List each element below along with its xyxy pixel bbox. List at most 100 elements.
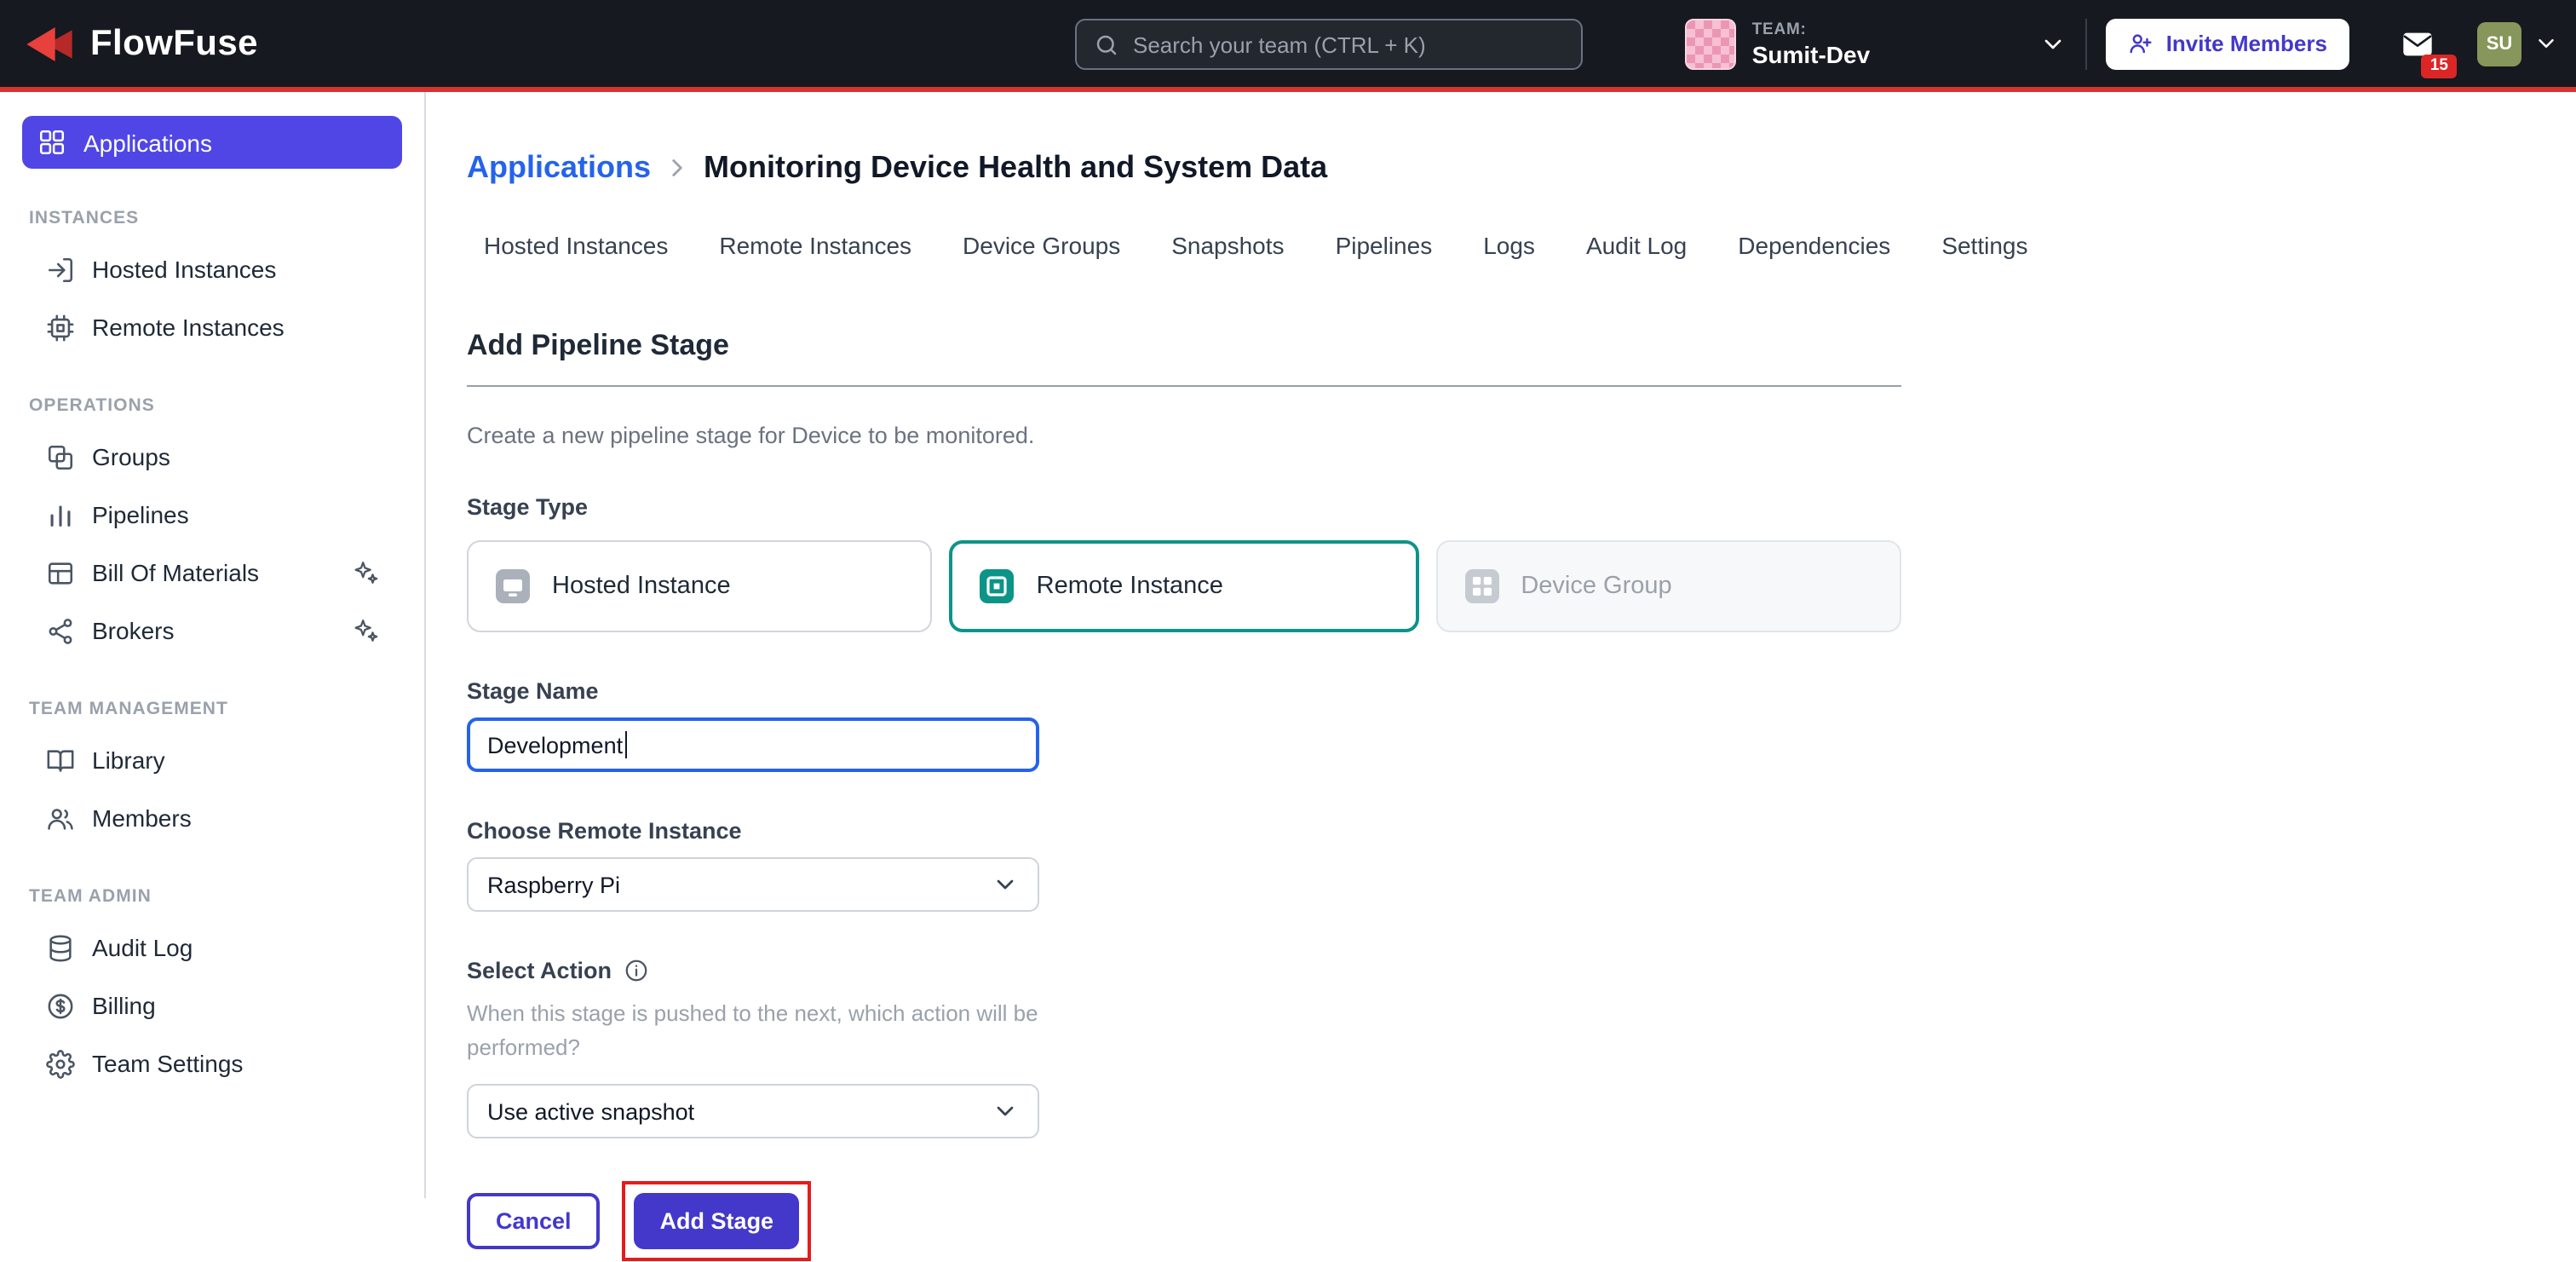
navbar-divider — [2086, 18, 2088, 69]
sidebar-item-bill-of-materials[interactable]: Bill Of Materials — [31, 544, 402, 602]
team-settings-icon — [46, 1049, 75, 1078]
sidebar-item-library[interactable]: Library — [31, 731, 402, 789]
sidebar-item-applications[interactable]: Applications — [22, 116, 402, 169]
sidebar-item-members[interactable]: Members — [31, 789, 402, 847]
select-value: Use active snapshot — [487, 1099, 694, 1125]
flowfuse-logo-icon — [24, 23, 75, 64]
tab-bar: Hosted Instances Remote Instances Device… — [484, 232, 2576, 259]
stage-type-card-label: Remote Instance — [1037, 573, 1223, 600]
tab-pipelines[interactable]: Pipelines — [1336, 232, 1433, 259]
add-pipeline-stage-form: Add Pipeline Stage Create a new pipeline… — [467, 329, 1901, 1262]
tab-hosted-instances[interactable]: Hosted Instances — [484, 232, 668, 259]
sidebar-item-label: Pipelines — [92, 501, 189, 528]
search-icon — [1094, 32, 1119, 57]
stage-name-value: Development — [487, 732, 623, 758]
stage-type-card-label: Hosted Instance — [552, 573, 731, 600]
sidebar: Applications INSTANCES Hosted Instances … — [0, 92, 426, 1198]
stage-name-input[interactable]: Development — [467, 717, 1039, 772]
members-icon — [46, 804, 75, 833]
applications-icon — [37, 128, 66, 157]
text-cursor — [624, 731, 627, 758]
divider — [467, 385, 1901, 387]
notifications-button[interactable]: 15 — [2394, 14, 2441, 72]
sidebar-item-groups[interactable]: Groups — [31, 428, 402, 486]
notification-badge: 15 — [2422, 55, 2457, 78]
hosted-instances-icon — [46, 255, 75, 284]
sidebar-heading-team-admin: TEAM ADMIN — [29, 886, 402, 907]
cancel-button[interactable]: Cancel — [467, 1194, 601, 1250]
tab-dependencies[interactable]: Dependencies — [1738, 232, 1890, 259]
billing-icon — [46, 991, 75, 1020]
sparkles-icon — [351, 616, 380, 645]
stage-type-device-group-card: Device Group — [1435, 540, 1901, 632]
sidebar-item-audit-log[interactable]: Audit Log — [31, 919, 402, 977]
sidebar-item-remote-instances[interactable]: Remote Instances — [31, 298, 402, 356]
info-icon[interactable] — [624, 958, 649, 983]
top-navbar: FlowFuse TEAM: Sumit-Dev Invite Members — [0, 0, 2576, 92]
user-menu[interactable]: SU — [2477, 21, 2559, 66]
pipelines-icon — [46, 500, 75, 529]
sidebar-item-label: Members — [92, 804, 192, 832]
chevron-down-icon — [992, 1098, 1019, 1126]
tab-logs[interactable]: Logs — [1483, 232, 1535, 259]
remote-instances-icon — [46, 313, 75, 342]
sidebar-item-label: Brokers — [92, 617, 174, 644]
stage-type-options: Hosted Instance Remote Instance Device G… — [467, 540, 1901, 632]
form-description: Create a new pipeline stage for Device t… — [467, 423, 1901, 448]
team-selector[interactable]: TEAM: Sumit-Dev — [1686, 18, 2067, 69]
invite-members-button[interactable]: Invite Members — [2107, 18, 2349, 69]
team-name: Sumit-Dev — [1752, 40, 1870, 67]
sidebar-item-label: Remote Instances — [92, 314, 285, 341]
sidebar-heading-team-management: TEAM MANAGEMENT — [29, 699, 402, 719]
team-label: TEAM: — [1752, 20, 1870, 38]
select-action-label: Select Action — [467, 958, 612, 983]
tab-device-groups[interactable]: Device Groups — [963, 232, 1120, 259]
sidebar-item-billing[interactable]: Billing — [31, 977, 402, 1034]
team-avatar — [1686, 18, 1737, 69]
search-input[interactable] — [1133, 32, 1564, 57]
sidebar-item-label: Hosted Instances — [92, 256, 276, 283]
chevron-down-icon — [992, 871, 1019, 898]
stage-type-remote-instance-card[interactable]: Remote Instance — [950, 540, 1419, 632]
navbar-right: TEAM: Sumit-Dev Invite Members 15 SU — [1686, 0, 2559, 87]
sidebar-item-label: Team Settings — [92, 1050, 243, 1077]
breadcrumb-applications-link[interactable]: Applications — [467, 150, 651, 186]
hosted-instance-card-icon — [492, 566, 533, 607]
brand-name: FlowFuse — [90, 23, 258, 64]
sidebar-item-hosted-instances[interactable]: Hosted Instances — [31, 240, 402, 298]
remote-instance-label: Choose Remote Instance — [467, 818, 1901, 844]
form-title: Add Pipeline Stage — [467, 329, 1901, 363]
sidebar-item-label: Applications — [83, 129, 212, 156]
brokers-icon — [46, 616, 75, 645]
bill-of-materials-icon — [46, 558, 75, 587]
select-value: Raspberry Pi — [487, 872, 620, 897]
invite-members-label: Invite Members — [2166, 31, 2327, 56]
sidebar-item-brokers[interactable]: Brokers — [31, 602, 402, 660]
chevron-down-icon — [2040, 30, 2067, 57]
main-content: Applications Monitoring Device Health an… — [426, 92, 2576, 1198]
action-select[interactable]: Use active snapshot — [467, 1085, 1039, 1139]
tab-settings[interactable]: Settings — [1941, 232, 2027, 259]
tab-audit-log[interactable]: Audit Log — [1586, 232, 1687, 259]
sidebar-item-team-settings[interactable]: Team Settings — [31, 1034, 402, 1092]
app-root: FlowFuse TEAM: Sumit-Dev Invite Members — [0, 0, 2576, 1198]
audit-log-icon — [46, 933, 75, 962]
chevron-down-icon — [2533, 31, 2559, 56]
stage-name-label: Stage Name — [467, 678, 1901, 704]
remote-instance-select[interactable]: Raspberry Pi — [467, 857, 1039, 912]
sidebar-item-pipelines[interactable]: Pipelines — [31, 486, 402, 544]
form-actions: Cancel Add Stage — [467, 1182, 1901, 1262]
select-action-label-row: Select Action — [467, 958, 1901, 983]
brand[interactable]: FlowFuse — [24, 23, 258, 64]
tab-snapshots[interactable]: Snapshots — [1171, 232, 1284, 259]
sidebar-item-label: Billing — [92, 992, 156, 1019]
person-plus-icon — [2129, 31, 2154, 56]
search-bar[interactable] — [1075, 19, 1583, 70]
select-action-help: When this stage is pushed to the next, w… — [467, 997, 1067, 1066]
stage-type-hosted-instance-card[interactable]: Hosted Instance — [467, 540, 933, 632]
add-stage-button[interactable]: Add Stage — [635, 1194, 800, 1250]
tab-remote-instances[interactable]: Remote Instances — [719, 232, 911, 259]
page-title: Monitoring Device Health and System Data — [704, 150, 1327, 186]
stage-type-card-label: Device Group — [1521, 573, 1671, 600]
stage-type-label: Stage Type — [467, 494, 1901, 520]
